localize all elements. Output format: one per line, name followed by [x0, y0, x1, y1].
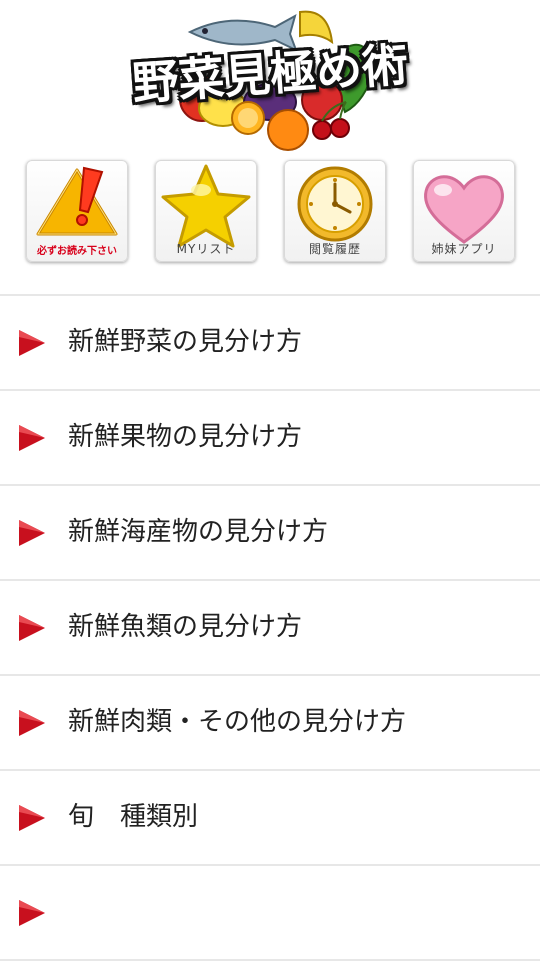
play-arrow-icon [19, 710, 45, 736]
sister-apps-label: 姉妹アプリ [431, 242, 497, 256]
menu-item-partial[interactable] [0, 866, 540, 961]
menu-item-seafood[interactable]: 新鮮海産物の見分け方 [0, 486, 540, 581]
play-arrow-icon [19, 805, 45, 831]
app-title: 野菜見極め術 [130, 37, 410, 111]
quick-access-row: 必ずお読み下さい MYリスト 閲覧履歴 姉妹アプリ [0, 160, 540, 264]
menu-item-meat-other[interactable]: 新鮮肉類・その他の見分け方 [0, 676, 540, 771]
play-arrow-icon [19, 330, 45, 356]
menu-item-label: 新鮮海産物の見分け方 [68, 517, 329, 547]
sister-apps-button[interactable]: 姉妹アプリ [413, 160, 515, 262]
category-menu: 新鮮野菜の見分け方 新鮮果物の見分け方 新鮮海産物の見分け方 新鮮魚類の見分け方… [0, 294, 540, 961]
menu-item-fish[interactable]: 新鮮魚類の見分け方 [0, 581, 540, 676]
my-list-button[interactable]: MYリスト [155, 160, 257, 262]
menu-item-fruits[interactable]: 新鮮果物の見分け方 [0, 391, 540, 486]
menu-item-vegetables[interactable]: 新鮮野菜の見分け方 [0, 296, 540, 391]
read-first-label: 必ずお読み下さい [37, 246, 117, 257]
history-label: 閲覧履歴 [308, 242, 361, 256]
history-button[interactable]: 閲覧履歴 [284, 160, 386, 262]
menu-item-season-by-type[interactable]: 旬 種類別 [0, 771, 540, 866]
my-list-label: MYリスト [176, 242, 236, 256]
play-arrow-icon [19, 520, 45, 546]
menu-item-label: 新鮮果物の見分け方 [68, 422, 303, 452]
menu-item-label: 旬 種類別 [68, 802, 199, 832]
app-header: 野菜見極め術 [0, 0, 540, 151]
play-arrow-icon [19, 900, 45, 926]
play-arrow-icon [19, 615, 45, 641]
menu-item-label: 新鮮魚類の見分け方 [68, 612, 303, 642]
menu-item-label: 新鮮野菜の見分け方 [68, 327, 303, 357]
menu-item-label: 新鮮肉類・その他の見分け方 [68, 707, 407, 737]
play-arrow-icon [19, 425, 45, 451]
read-first-button[interactable]: 必ずお読み下さい [26, 160, 128, 262]
